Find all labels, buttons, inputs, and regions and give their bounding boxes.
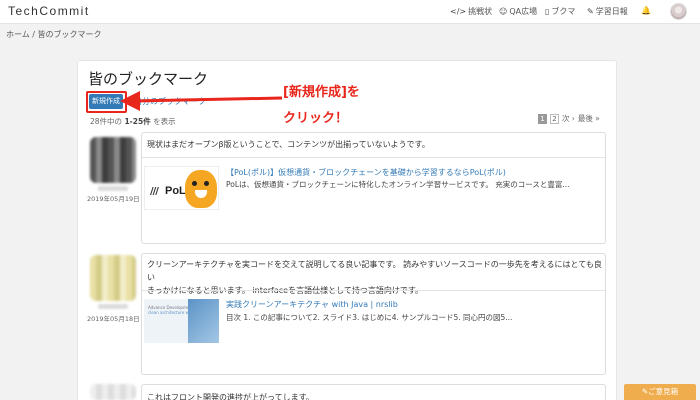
- mascot-icon: [185, 170, 217, 208]
- entry-comment: 現状はまだオープンβ版ということで、コンテンツが出揃っていないようです。: [147, 140, 430, 149]
- count-prefix: 28件中の: [90, 117, 123, 126]
- nav-item-qa[interactable]: ☺ QA広場: [499, 6, 537, 17]
- link-description: 目次 1. この記事について2. スライド3. はじめに4. サンプルコード5.…: [226, 313, 513, 322]
- thumbnail-graphic: [188, 299, 219, 343]
- top-navbar: TechCommit </> 挑戦状 ☺ QA広場 ▯ ブクマ ✎ 学習日報 🔔: [0, 0, 700, 24]
- annotation-line-1: [新規作成]を: [283, 85, 360, 100]
- breadcrumb[interactable]: ホーム / 皆のブックマーク: [6, 29, 102, 40]
- brand-logo[interactable]: TechCommit: [8, 4, 90, 18]
- last-page-link[interactable]: 最後 »: [578, 113, 600, 124]
- pol-logo-text: PoL: [165, 185, 186, 197]
- nav-item-daily-report[interactable]: ✎ 学習日報: [587, 6, 628, 17]
- pagination: 1 2 次 › 最後 »: [538, 113, 600, 124]
- nav-item-label: ブクマ: [551, 7, 576, 16]
- link-title[interactable]: 実践クリーンアーキテクチャ with Java | nrslib: [226, 299, 398, 310]
- link-preview[interactable]: Advance Development clean architecture w…: [142, 290, 605, 374]
- user-avatar-blurred[interactable]: [90, 255, 136, 301]
- next-page-link[interactable]: 次 ›: [562, 113, 575, 124]
- bookmark-entry: 現状はまだオープンβ版ということで、コンテンツが出揃っていないようです。 ///…: [141, 132, 606, 244]
- user-avatar[interactable]: [670, 3, 687, 20]
- nav-item-challenge[interactable]: </> 挑戦状: [450, 6, 492, 17]
- annotation-line-2: クリック！: [283, 111, 349, 126]
- user-name-blurred: [98, 304, 128, 309]
- nav-item-bookmark[interactable]: ▯ ブクマ: [545, 6, 575, 17]
- link-thumbnail[interactable]: /// PoL: [144, 166, 219, 210]
- page-1-button[interactable]: 1: [538, 113, 547, 124]
- user-avatar-blurred[interactable]: [90, 384, 136, 400]
- link-preview[interactable]: /// PoL 【PoL(ポル)】仮想通貨・ブロックチェーンを基礎から学習するな…: [142, 157, 605, 243]
- page-2-button[interactable]: 2: [550, 113, 559, 124]
- nav-item-label: 学習日報: [595, 7, 628, 16]
- entry-comment: これはフロント開発の進捗が上がってします。: [147, 393, 314, 400]
- link-description: PoLは、仮想通貨・ブロックチェーンに特化したオンライン学習サービスです。 充実…: [226, 180, 570, 189]
- link-thumbnail[interactable]: Advance Development clean architecture w…: [144, 299, 219, 343]
- pencil-icon: ✎: [587, 7, 594, 16]
- user-name-blurred: [98, 186, 128, 191]
- bookmark-entry: クリーンアーキテクチャを実コードを交えて説明してる良い記事です。 読みやすいソー…: [141, 253, 606, 375]
- entry-date: 2019年05月18日: [87, 315, 140, 323]
- new-bookmark-button[interactable]: 新規作成: [89, 94, 123, 109]
- annotation-text: [新規作成]を クリック！: [283, 80, 360, 132]
- bookmark-entry: これはフロント開発の進捗が上がってします。: [141, 384, 606, 400]
- annotation-arrow: [120, 91, 283, 111]
- chat-icon: ☺: [499, 7, 508, 16]
- entry-comment-line: クリーンアーキテクチャを実コードを交えて説明してる良い記事です。 読みやすいソー…: [147, 260, 602, 282]
- feedback-button[interactable]: ✎ご意見箱: [624, 384, 696, 400]
- user-avatar-blurred[interactable]: [90, 137, 136, 183]
- pol-logo-bars: ///: [150, 186, 159, 197]
- bell-icon[interactable]: 🔔: [641, 6, 651, 15]
- bookmark-icon: ▯: [545, 7, 550, 16]
- nav-item-label: QA広場: [509, 7, 538, 16]
- nav-item-label: 挑戦状: [468, 7, 493, 16]
- link-title[interactable]: 【PoL(ポル)】仮想通貨・ブロックチェーンを基礎から学習するならPoL(ポル): [226, 167, 506, 178]
- entry-date: 2019年05月19日: [87, 195, 140, 203]
- code-icon: </>: [450, 7, 467, 16]
- page-title: 皆のブックマーク: [88, 70, 209, 88]
